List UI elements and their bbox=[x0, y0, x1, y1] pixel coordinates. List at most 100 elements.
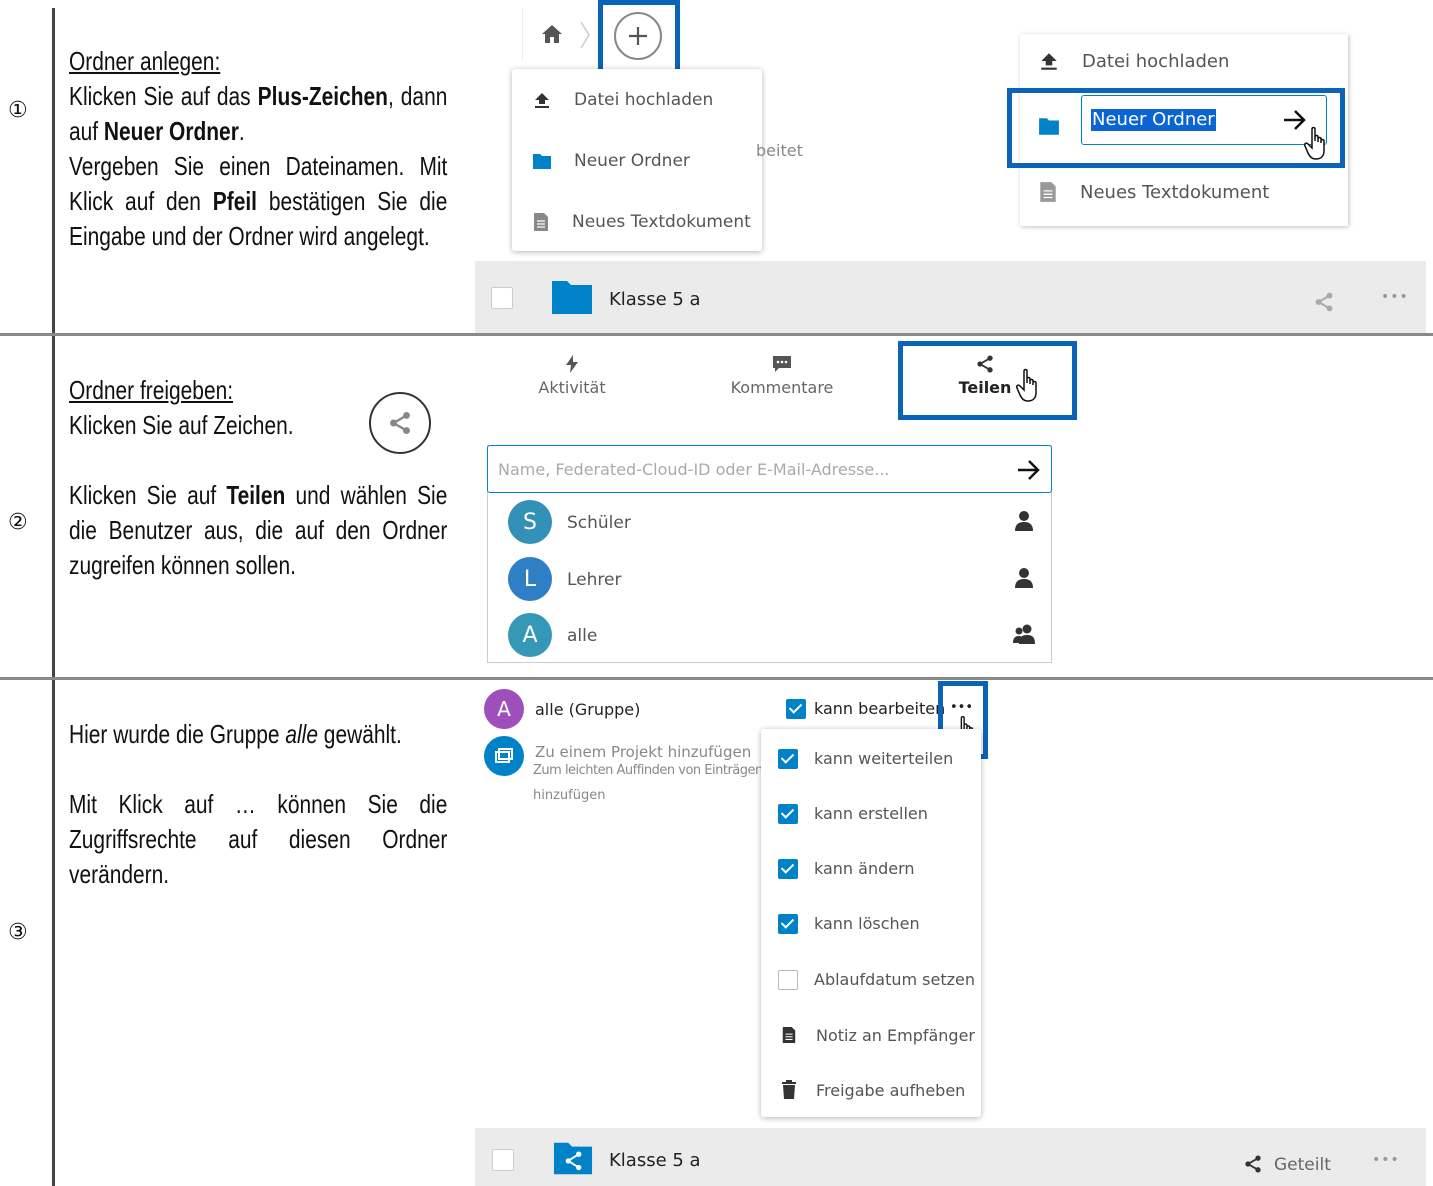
highlight-share-tab bbox=[898, 341, 1077, 420]
arrow-right-icon[interactable] bbox=[1016, 458, 1042, 482]
menu-item-upload[interactable]: Datei hochladen bbox=[1038, 50, 1229, 72]
row-checkbox[interactable] bbox=[492, 1149, 514, 1171]
note-label[interactable]: Notiz an Empfänger bbox=[816, 1026, 975, 1045]
instruction-permissions: Hier wurde die Gruppe alle gewählt. Mit … bbox=[69, 717, 447, 892]
note-icon bbox=[782, 1027, 796, 1043]
permission-label: kann weiterteilen bbox=[814, 749, 954, 768]
menu-item-label: Neuer Ordner bbox=[574, 151, 690, 171]
tab-label: Kommentare bbox=[730, 378, 834, 397]
bold-term: Teilen bbox=[226, 480, 286, 510]
share-icon[interactable] bbox=[1243, 1154, 1263, 1174]
chevron-right-icon bbox=[580, 21, 590, 49]
text-run: gewählt. bbox=[317, 719, 402, 749]
share-result-row[interactable]: A alle bbox=[488, 609, 1051, 665]
more-icon[interactable]: ••• bbox=[1381, 289, 1409, 305]
share-search-input[interactable]: Name, Federated-Cloud-ID oder E-Mail-Adr… bbox=[487, 445, 1052, 493]
permission-label: Ablaufdatum setzen bbox=[814, 970, 976, 989]
share-entry-name: alle (Gruppe) bbox=[535, 700, 641, 719]
permission-label: kann erstellen bbox=[814, 804, 928, 823]
instruction-text: Hier wurde die Gruppe alle gewählt. bbox=[69, 717, 447, 752]
checkbox[interactable] bbox=[778, 749, 798, 769]
menu-item-label: Neues Textdokument bbox=[1080, 181, 1270, 203]
project-icon[interactable] bbox=[484, 736, 524, 776]
permission-label: kann löschen bbox=[814, 914, 920, 933]
home-icon[interactable] bbox=[541, 24, 563, 44]
text-run: . bbox=[238, 116, 245, 146]
menu-item-label: Datei hochladen bbox=[1082, 50, 1230, 72]
heading-create-folder: Ordner anlegen: bbox=[69, 46, 221, 76]
share-icon[interactable] bbox=[1313, 291, 1335, 313]
menu-item-new-text[interactable]: Neues Textdokument bbox=[1038, 181, 1269, 203]
user-icon bbox=[1015, 511, 1033, 531]
project-subtitle: hinzufügen bbox=[533, 788, 606, 803]
share-result-row[interactable]: L Lehrer bbox=[488, 553, 1051, 609]
highlight-new-folder bbox=[1007, 88, 1345, 168]
group-icon bbox=[1013, 624, 1035, 644]
bold-term: Pfeil bbox=[212, 186, 258, 216]
tab-comments[interactable]: Kommentare bbox=[712, 354, 852, 397]
menu-item-label: Datei hochladen bbox=[574, 90, 714, 110]
more-icon[interactable]: ••• bbox=[1372, 1152, 1400, 1168]
folder-icon bbox=[552, 281, 592, 314]
unshare-label[interactable]: Freigabe aufheben bbox=[816, 1081, 965, 1100]
folder-name[interactable]: Klasse 5 a bbox=[609, 1150, 701, 1171]
instruction-text: Mit Klick auf … können Sie die Zugriffsr… bbox=[69, 789, 448, 889]
vertical-divider bbox=[52, 8, 55, 1186]
can-edit-checkbox[interactable] bbox=[786, 699, 806, 719]
avatar: A bbox=[484, 689, 524, 729]
share-search-panel: Name, Federated-Cloud-ID oder E-Mail-Adr… bbox=[487, 445, 1052, 663]
search-placeholder: Name, Federated-Cloud-ID oder E-Mail-Adr… bbox=[498, 460, 890, 479]
tab-activity[interactable]: Aktivität bbox=[522, 354, 622, 397]
text-run: Klicken Sie auf das bbox=[69, 81, 258, 111]
result-name: alle bbox=[567, 626, 598, 646]
folder-name[interactable]: Klasse 5 a bbox=[609, 289, 701, 310]
avatar: S bbox=[508, 500, 552, 544]
shared-label[interactable]: Geteilt bbox=[1274, 1155, 1331, 1175]
can-edit-label: kann bearbeiten bbox=[814, 699, 946, 718]
bold-term: Neuer Ordner bbox=[103, 116, 239, 146]
instruction-create-folder: Ordner anlegen: Klicken Sie auf das Plus… bbox=[69, 44, 447, 254]
breadcrumb bbox=[522, 8, 600, 60]
lightning-icon bbox=[566, 355, 578, 373]
menu-item-new-folder[interactable]: Neuer Ordner bbox=[532, 151, 690, 171]
row-number-3: ③ bbox=[8, 920, 28, 945]
file-row[interactable]: Klasse 5 a Geteilt ••• bbox=[475, 1128, 1426, 1186]
folder-icon bbox=[533, 154, 551, 169]
expiration-checkbox[interactable] bbox=[778, 970, 798, 990]
checkbox[interactable] bbox=[778, 914, 798, 934]
upload-icon bbox=[535, 93, 549, 108]
menu-item-upload[interactable]: Datei hochladen bbox=[532, 90, 713, 110]
file-row[interactable]: Klasse 5 a ••• bbox=[475, 261, 1426, 333]
checkbox[interactable] bbox=[778, 859, 798, 879]
row-number-1: ① bbox=[8, 98, 28, 123]
tab-label: Aktivität bbox=[538, 378, 606, 397]
comment-icon bbox=[773, 356, 791, 372]
highlight-plus-button bbox=[598, 0, 680, 80]
trash-icon bbox=[782, 1080, 796, 1099]
instruction-text: Klicken Sie auf das Plus-Zeichen, dann a… bbox=[69, 79, 447, 149]
avatar: L bbox=[508, 557, 552, 601]
shared-folder-icon bbox=[553, 1140, 593, 1176]
row-separator-2 bbox=[0, 677, 1433, 680]
text-document-icon bbox=[534, 213, 548, 231]
instruction-text: Vergeben Sie einen Dateinamen. Mit Klick… bbox=[69, 149, 447, 254]
bold-term: Plus-Zeichen bbox=[257, 81, 388, 111]
partial-text: beitet bbox=[756, 141, 803, 160]
project-subtitle: Zum leichten Auffinden von Einträgen bbox=[533, 763, 763, 778]
share-symbol-icon bbox=[369, 392, 431, 454]
share-result-row[interactable]: S Schüler bbox=[488, 496, 1051, 552]
new-menu: Datei hochladen Neuer Ordner Neues Textd… bbox=[512, 69, 762, 251]
row-checkbox[interactable] bbox=[491, 287, 513, 309]
checkbox[interactable] bbox=[778, 804, 798, 824]
row-number-2: ② bbox=[8, 510, 28, 535]
menu-item-new-text[interactable]: Neues Textdokument bbox=[532, 212, 751, 232]
avatar: A bbox=[508, 613, 552, 657]
result-name: Schüler bbox=[567, 513, 631, 533]
result-name: Lehrer bbox=[567, 570, 622, 590]
menu-item-label: Neues Textdokument bbox=[572, 212, 751, 232]
text-document-icon bbox=[1040, 182, 1056, 202]
text-run: Klicken Sie auf bbox=[69, 480, 227, 510]
permissions-menu: kann weiterteilen kann erstellen kann än… bbox=[761, 729, 981, 1117]
project-title[interactable]: Zu einem Projekt hinzufügen bbox=[535, 743, 751, 761]
instruction-text: Klicken Sie auf Teilen und wählen Sie di… bbox=[69, 478, 447, 583]
